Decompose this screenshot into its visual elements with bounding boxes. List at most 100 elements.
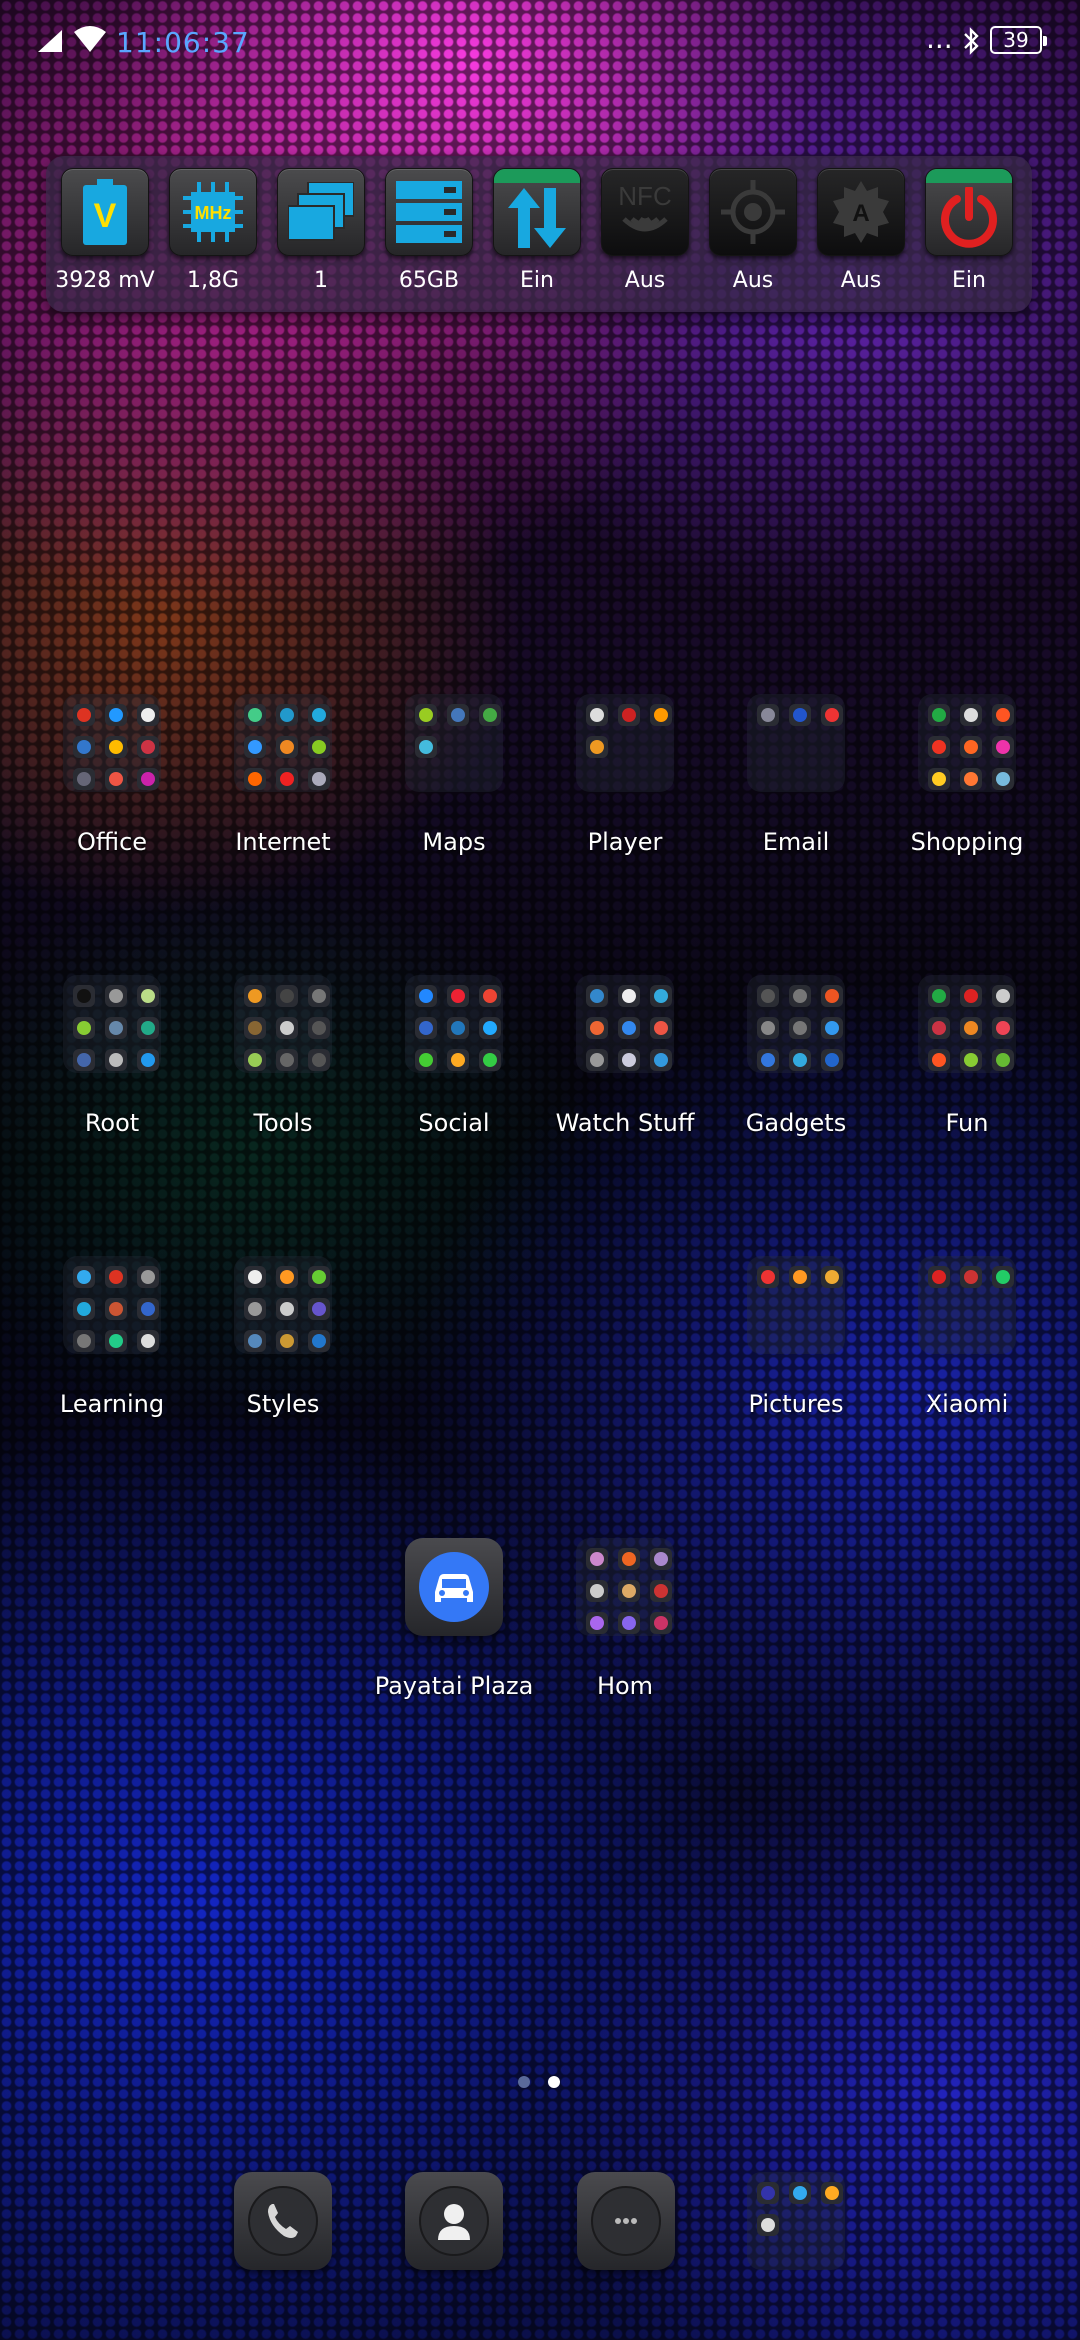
folder-styles[interactable]: Styles bbox=[198, 1256, 368, 1418]
cpu-tile[interactable]: MHz 1,8G bbox=[162, 168, 264, 293]
dock-contacts[interactable] bbox=[405, 2172, 503, 2270]
app-mini-icon bbox=[821, 985, 843, 1007]
dock-phone[interactable] bbox=[234, 2172, 332, 2270]
folder-icon bbox=[918, 694, 1016, 792]
app-mini-icon bbox=[618, 1612, 640, 1634]
more-notifications-icon: ... bbox=[926, 22, 953, 55]
app-mini-icon bbox=[479, 985, 501, 1007]
battery-voltage-button[interactable]: V bbox=[61, 168, 149, 256]
mobile-data-toggle[interactable] bbox=[493, 168, 581, 256]
folder-label: Gadgets bbox=[745, 1109, 847, 1137]
folder-player[interactable]: Player bbox=[540, 694, 710, 856]
folder-root[interactable]: Root bbox=[27, 975, 197, 1137]
power-tile[interactable]: Ein bbox=[918, 168, 1020, 293]
app-mini-icon bbox=[960, 985, 982, 1007]
app-mini-icon bbox=[479, 1017, 501, 1039]
folder-social[interactable]: Social bbox=[369, 975, 539, 1137]
app-mini-icon bbox=[447, 1049, 469, 1071]
folder-label: Player bbox=[587, 828, 663, 856]
app-mini-icon bbox=[928, 736, 950, 758]
app-mini-icon bbox=[789, 704, 811, 726]
nfc-tile[interactable]: NFC Aus bbox=[594, 168, 696, 293]
storage-tile[interactable]: 65GB bbox=[378, 168, 480, 293]
app-mini-icon bbox=[447, 1017, 469, 1039]
storage-button[interactable] bbox=[385, 168, 473, 256]
app-mini-icon bbox=[960, 736, 982, 758]
folder-icon bbox=[918, 975, 1016, 1073]
app-mini-icon bbox=[105, 1017, 127, 1039]
page-indicator bbox=[518, 2076, 568, 2090]
app-mini-icon bbox=[928, 985, 950, 1007]
voltage-tile[interactable]: V 3928 mV bbox=[54, 168, 156, 293]
app-mini-icon bbox=[960, 768, 982, 790]
folder-xiaomi[interactable]: Xiaomi bbox=[882, 1256, 1052, 1418]
app-mini-icon bbox=[244, 768, 266, 790]
clock: 11:06:37 bbox=[116, 26, 250, 59]
gps-state: Aus bbox=[732, 268, 774, 293]
dock-folder[interactable] bbox=[747, 2172, 845, 2270]
folder-label: Xiaomi bbox=[925, 1390, 1009, 1418]
app-mini-icon bbox=[308, 768, 330, 790]
app-mini-icon bbox=[244, 1298, 266, 1320]
app-mini-icon bbox=[244, 1266, 266, 1288]
folder-icon bbox=[63, 975, 161, 1073]
folder-internet[interactable]: Internet bbox=[198, 694, 368, 856]
app-mini-icon bbox=[415, 1049, 437, 1071]
app-mini-icon bbox=[415, 1017, 437, 1039]
status-bar: 11:06:37 ... 39 bbox=[0, 0, 1080, 86]
folder-label: Fun bbox=[945, 1109, 989, 1137]
svg-text:V: V bbox=[94, 197, 117, 235]
folder-hom[interactable]: Hom bbox=[540, 1538, 710, 1700]
folder-email[interactable]: Email bbox=[711, 694, 881, 856]
app-mini-icon bbox=[73, 1298, 95, 1320]
folder-pictures[interactable]: Pictures bbox=[711, 1256, 881, 1418]
gps-toggle[interactable] bbox=[709, 168, 797, 256]
cpu-button[interactable]: MHz bbox=[169, 168, 257, 256]
folder-maps[interactable]: Maps bbox=[369, 694, 539, 856]
nfc-icon: NFC bbox=[618, 181, 672, 232]
folder-watch-stuff[interactable]: Watch Stuff bbox=[540, 975, 710, 1137]
page-dot-1[interactable] bbox=[518, 2076, 530, 2088]
folder-shopping[interactable]: Shopping bbox=[882, 694, 1052, 856]
app-mini-icon bbox=[928, 704, 950, 726]
app-mini-icon bbox=[308, 1266, 330, 1288]
app-mini-icon bbox=[992, 985, 1014, 1007]
app-mini-icon bbox=[73, 1330, 95, 1352]
voltage-value: 3928 mV bbox=[55, 268, 155, 293]
app-mini-icon bbox=[244, 736, 266, 758]
windows-tile[interactable]: 1 bbox=[270, 168, 372, 293]
app-mini-icon bbox=[757, 704, 779, 726]
folder-fun[interactable]: Fun bbox=[882, 975, 1052, 1137]
folder-office[interactable]: Office bbox=[27, 694, 197, 856]
app-mini-icon bbox=[137, 1049, 159, 1071]
dock-messages[interactable] bbox=[577, 2172, 675, 2270]
auto-brightness-toggle[interactable]: A bbox=[817, 168, 905, 256]
app-payatai-plaza[interactable]: Payatai Plaza bbox=[369, 1538, 539, 1700]
app-mini-icon bbox=[928, 768, 950, 790]
folder-label: Maps bbox=[422, 828, 486, 856]
app-mini-icon bbox=[244, 985, 266, 1007]
app-mini-icon bbox=[308, 1017, 330, 1039]
contacts-icon bbox=[419, 2186, 489, 2256]
app-icon bbox=[234, 2172, 332, 2270]
storage-icon bbox=[396, 181, 462, 243]
app-mini-icon bbox=[244, 1049, 266, 1071]
folder-tools[interactable]: Tools bbox=[198, 975, 368, 1137]
mobile-data-tile[interactable]: Ein bbox=[486, 168, 588, 293]
app-mini-icon bbox=[73, 704, 95, 726]
app-mini-icon bbox=[821, 1049, 843, 1071]
folder-learning[interactable]: Learning bbox=[27, 1256, 197, 1418]
windows-stack-icon bbox=[288, 182, 354, 241]
page-dot-2[interactable] bbox=[548, 2076, 560, 2088]
app-mini-icon bbox=[105, 1330, 127, 1352]
app-mini-icon bbox=[308, 1330, 330, 1352]
folder-label: Hom bbox=[596, 1672, 654, 1700]
gps-tile[interactable]: Aus bbox=[702, 168, 804, 293]
auto-brightness-tile[interactable]: A Aus bbox=[810, 168, 912, 293]
power-toggle[interactable] bbox=[925, 168, 1013, 256]
app-mini-icon bbox=[137, 1298, 159, 1320]
folder-gadgets[interactable]: Gadgets bbox=[711, 975, 881, 1137]
power-state: Ein bbox=[952, 268, 986, 293]
nfc-toggle[interactable]: NFC bbox=[601, 168, 689, 256]
windows-button[interactable] bbox=[277, 168, 365, 256]
